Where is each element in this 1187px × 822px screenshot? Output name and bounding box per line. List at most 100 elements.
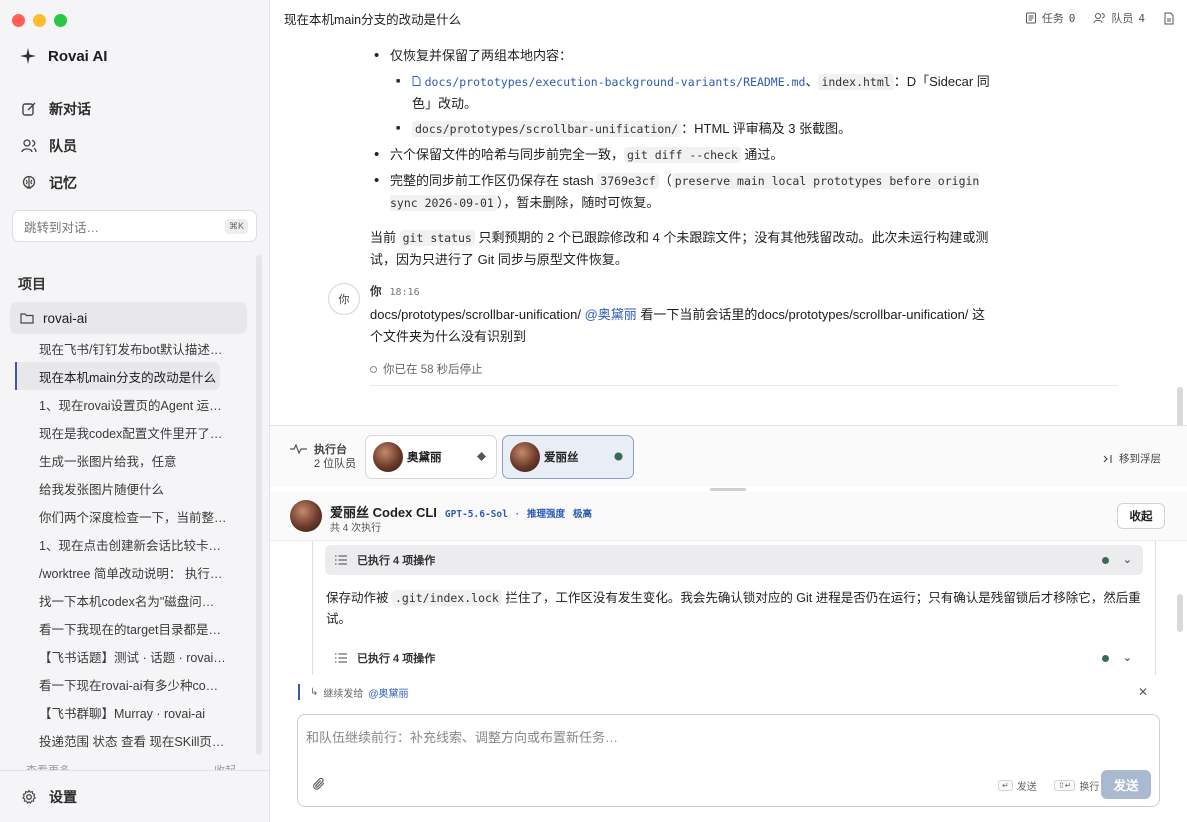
members-count: 4 xyxy=(1138,11,1145,25)
agent-name: 奥黛丽 xyxy=(407,452,442,464)
thread-item[interactable]: 给我发张图片随便什么 xyxy=(15,474,250,502)
inline-code: git status xyxy=(399,230,475,246)
move-float-label: 移到浮层 xyxy=(1119,453,1161,465)
hint-label: 换行 xyxy=(1079,782,1100,793)
status-dot-icon xyxy=(614,452,623,461)
reply-arrow-icon: ↳ xyxy=(310,686,319,698)
send-button[interactable]: 发送 xyxy=(1101,770,1151,799)
stopped-status: 你已在 58 秒后停止 xyxy=(370,361,1118,386)
sender-name: 你 xyxy=(370,286,382,298)
nav-label: 队员 xyxy=(49,137,77,154)
reply-target[interactable]: @奥黛丽 xyxy=(368,685,408,700)
members-label: 队员 xyxy=(1111,13,1134,25)
thread-item[interactable]: 找一下本机codex名为"磁盘问… xyxy=(15,586,250,614)
topbar: 现在本机main分支的改动是什么 任务 0 队员 4 xyxy=(270,0,1187,37)
thread-item[interactable]: 看一下现在rovai-ai有多少种co… xyxy=(15,670,250,698)
avatar xyxy=(373,442,403,472)
log-scrollbar[interactable] xyxy=(1177,594,1183,632)
thread-item[interactable]: /worktree 简单改动说明： 执行… xyxy=(15,558,250,586)
file-button[interactable] xyxy=(1163,12,1175,25)
ops-row[interactable]: 已执行 4 项操作 ⌄ xyxy=(325,545,1143,575)
minimize-window-button[interactable] xyxy=(33,14,46,27)
sidebar-scrollbar[interactable] xyxy=(256,255,262,755)
nav-memory[interactable]: 记忆 xyxy=(12,164,258,201)
tasks-icon xyxy=(1025,12,1036,24)
agent-card-alice[interactable]: 爱丽丝 xyxy=(502,435,634,479)
file-icon xyxy=(412,76,421,86)
edit-icon xyxy=(22,102,36,116)
thread-item[interactable]: 生成一张图片给我，任意 xyxy=(15,446,250,474)
thread-item[interactable]: 投递范围 状态 查看 现在SKill页… xyxy=(15,726,250,754)
thread-item[interactable]: 【飞书话题】测试 · 话题 · rovai… xyxy=(15,642,250,670)
tasks-button[interactable]: 任务 0 xyxy=(1025,10,1076,26)
sparkle-icon xyxy=(20,48,36,64)
settings-button[interactable]: 设置 xyxy=(0,770,269,822)
projects-heading: 项目 xyxy=(18,276,46,292)
thread-item[interactable]: 【飞书群聊】Murray · rovai-ai xyxy=(15,698,250,726)
members-button[interactable]: 队员 4 xyxy=(1093,10,1145,26)
message-header: 你 18:16 xyxy=(370,283,420,299)
ops-row[interactable]: 已执行 4 项操作 ⌄ xyxy=(325,643,1143,673)
bullet-text: ：HTML 评审稿及 3 张截图。 xyxy=(681,121,852,136)
user-message: docs/prototypes/scrollbar-unification/ @… xyxy=(370,304,990,348)
brand: Rovai AI xyxy=(19,47,107,65)
users-icon xyxy=(1093,13,1106,24)
tasks-label: 任务 xyxy=(1041,13,1064,25)
list-icon xyxy=(335,653,347,663)
project-folder[interactable]: rovai-ai xyxy=(10,302,247,334)
thread-item[interactable]: 1、现在rovai设置页的Agent 运… xyxy=(15,390,250,418)
thread-item[interactable]: 1、现在点击创建新会话比较卡… xyxy=(15,530,250,558)
status-dot xyxy=(1102,557,1109,564)
reasoning-value: 极高 xyxy=(573,509,593,520)
close-window-button[interactable] xyxy=(12,14,25,27)
nav-label: 新对话 xyxy=(49,100,91,117)
mention[interactable]: @奥黛丽 xyxy=(585,307,637,322)
hint-label: 发送 xyxy=(1016,782,1037,793)
conversation: 仅恢复并保留了两组本地内容： docs/prototypes/execution… xyxy=(270,37,1187,425)
stop-indicator-icon xyxy=(370,365,377,373)
brand-name: Rovai AI xyxy=(48,47,108,65)
message-input[interactable] xyxy=(306,727,1146,767)
zoom-window-button[interactable] xyxy=(54,14,67,27)
status-text: 你已在 58 秒后停止 xyxy=(383,364,483,376)
bullet-text: 通过。 xyxy=(740,147,784,162)
assistant-message: 仅恢复并保留了两组本地内容： docs/prototypes/execution… xyxy=(370,45,990,218)
inline-code: index.html xyxy=(818,74,894,90)
tasks-count: 0 xyxy=(1068,11,1076,25)
agent-card-audrey[interactable]: 奥黛丽 xyxy=(365,435,497,479)
thread-item[interactable]: 你们两个深度检查一下，当前整… xyxy=(15,502,250,530)
conversation-scrollbar[interactable] xyxy=(1177,387,1183,425)
gear-icon xyxy=(21,789,37,804)
nav-members[interactable]: 队员 xyxy=(12,127,258,164)
para-text: 当前 xyxy=(370,230,400,245)
avatar xyxy=(290,500,322,532)
nav-label: 记忆 xyxy=(49,174,77,191)
folder-icon xyxy=(20,313,34,324)
file-link[interactable]: docs/prototypes/execution-background-var… xyxy=(425,75,806,89)
bullet-text: （ xyxy=(658,173,672,188)
thread-item[interactable]: 现在飞书/钉钉发布bot默认描述… xyxy=(15,334,250,362)
brain-icon xyxy=(22,175,36,189)
sidebar-nav: 新对话 队员 记忆 xyxy=(12,90,258,201)
timestamp: 18:16 xyxy=(389,287,420,298)
thread-item[interactable]: 看一下我现在的target目录都是… xyxy=(15,614,250,642)
inline-code: docs/prototypes/scrollbar-unification/ xyxy=(412,121,682,137)
move-to-float-button[interactable]: 移到浮层 xyxy=(1103,451,1161,466)
collapse-button[interactable]: 收起 xyxy=(1117,503,1165,529)
composer: ↵ 发送 ⇧↵ 换行 发送 xyxy=(297,714,1160,807)
thread-item[interactable]: 现在是我codex配置文件里开了… xyxy=(15,418,250,446)
thread-item-active[interactable]: 现在本机main分支的改动是什么 xyxy=(15,362,220,390)
ops-label: 已执行 4 项操作 xyxy=(357,555,436,567)
list-item: 仅恢复并保留了两组本地内容： docs/prototypes/execution… xyxy=(370,45,990,140)
close-icon[interactable]: ✕ xyxy=(1138,685,1148,699)
nav-new-chat[interactable]: 新对话 xyxy=(12,90,258,127)
jump-to-chat-input[interactable]: 跳转到对话… ⌘K xyxy=(12,210,257,242)
key-badge: ↵ xyxy=(998,780,1013,791)
list-item: docs/prototypes/execution-background-var… xyxy=(390,71,990,114)
jump-placeholder: 跳转到对话… xyxy=(24,220,100,235)
list-icon xyxy=(335,555,347,565)
newline-hint: ⇧↵ 换行 xyxy=(1054,778,1099,793)
avatar: 你 xyxy=(328,283,360,315)
dock-right-icon xyxy=(1103,454,1112,463)
paperclip-icon[interactable] xyxy=(312,777,326,791)
